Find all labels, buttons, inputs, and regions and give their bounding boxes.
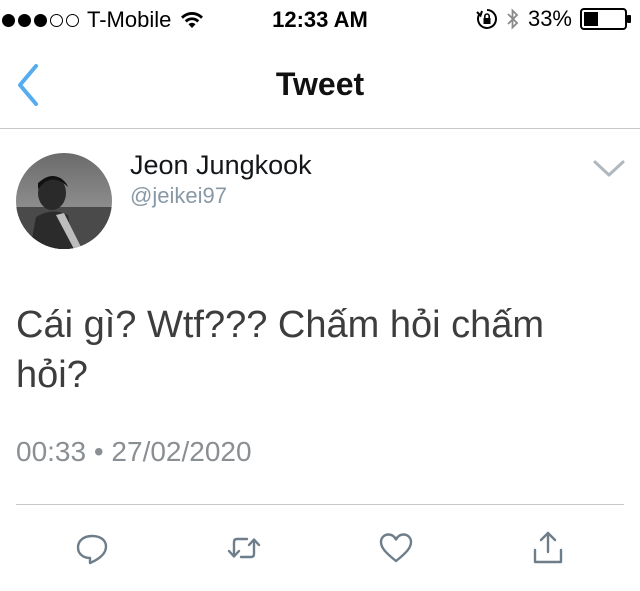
retweet-button[interactable]: [226, 530, 262, 566]
profile-photo: [16, 153, 112, 249]
chevron-down-icon[interactable]: [592, 158, 626, 180]
avatar[interactable]: [16, 153, 112, 249]
share-button[interactable]: [530, 530, 566, 566]
user-handle[interactable]: @jeikei97: [130, 183, 227, 209]
heart-icon: [379, 533, 413, 563]
page-title: Tweet: [275, 66, 365, 102]
display-name[interactable]: Jeon Jungkook: [130, 150, 312, 181]
tweet-detail-screen: T-Mobile 12:33 AM 33% Tweet Jeon Jungkoo…: [0, 0, 640, 591]
reply-button[interactable]: [74, 530, 110, 566]
status-bar-right: 33%: [476, 6, 632, 32]
tweet-timestamp[interactable]: 00:33 • 27/02/2020: [16, 436, 252, 468]
like-button[interactable]: [378, 530, 414, 566]
battery-percentage: 33%: [527, 6, 572, 31]
status-bar: T-Mobile 12:33 AM 33%: [0, 0, 640, 40]
battery-icon: [580, 8, 631, 30]
retweet-icon: [227, 537, 261, 559]
bluetooth-icon: [507, 8, 519, 30]
divider: [16, 504, 624, 505]
navigation-bar: Tweet: [0, 40, 640, 129]
share-icon: [533, 531, 563, 564]
tweet-text: Cái gì? Wtf??? Chấm hỏi chấm hỏi?: [16, 304, 545, 396]
reply-icon: [76, 534, 108, 565]
rotation-lock-icon: [476, 9, 497, 29]
